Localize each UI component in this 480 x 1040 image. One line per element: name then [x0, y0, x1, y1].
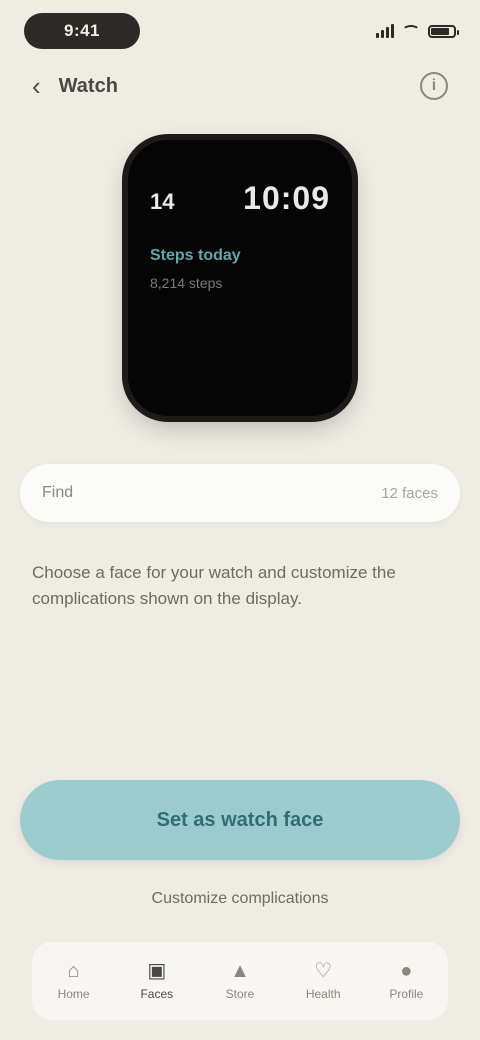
heart-icon: ♡	[314, 960, 333, 982]
status-icons	[376, 24, 459, 38]
home-icon: ⌂	[67, 960, 80, 982]
nav-label: Profile	[389, 987, 424, 1001]
page-title: Watch	[58, 74, 118, 97]
app-screen: 9:41 ‹ Watch i 14 10:09 Steps today 8,21…	[0, 0, 480, 1040]
nav-label: Health	[305, 987, 341, 1001]
nav-item-home[interactable]: ⌂ Home	[42, 961, 106, 1001]
nav-label: Store	[225, 987, 255, 1001]
watch-top-row: 14 10:09	[150, 180, 330, 217]
info-button[interactable]: i	[420, 72, 448, 100]
watch-complication-value: 8,214 steps	[150, 275, 223, 291]
watch-date: 14	[150, 189, 175, 214]
user-icon: ●	[400, 960, 413, 982]
customize-link[interactable]: Customize complications	[0, 890, 480, 908]
nav-item-faces[interactable]: ▣ Faces	[125, 961, 189, 1001]
search-input[interactable]	[87, 484, 382, 502]
watch-face-preview[interactable]: 14 10:09 Steps today 8,214 steps	[128, 140, 352, 416]
chevron-left-icon: ‹	[32, 71, 41, 101]
header: ‹ Watch i	[32, 64, 448, 108]
bottom-nav: ⌂ Home ▣ Faces ▲ Store ♡ Health ● Profil…	[32, 942, 448, 1020]
watch-icon: ▣	[147, 960, 167, 982]
nav-item-health[interactable]: ♡ Health	[291, 961, 355, 1001]
nav-label: Home	[57, 987, 90, 1001]
description-text: Choose a face for your watch and customi…	[32, 563, 396, 608]
wifi-icon	[402, 25, 420, 37]
battery-icon	[428, 24, 459, 38]
status-time: 9:41	[24, 13, 140, 49]
result-count: 12 faces	[381, 484, 438, 502]
nav-label: Faces	[140, 987, 174, 1001]
nav-item-store[interactable]: ▲ Store	[208, 961, 272, 1001]
back-button[interactable]: ‹ Watch	[32, 73, 118, 99]
search-label: Find	[42, 484, 74, 501]
search-bar[interactable]: Find 12 faces	[20, 464, 460, 522]
set-watch-face-button[interactable]: Set as watch face	[20, 780, 460, 860]
battery-level	[431, 27, 449, 35]
watch-complication-title: Steps today	[150, 247, 241, 264]
nav-item-profile[interactable]: ● Profile	[374, 961, 438, 1001]
set-watch-face-button-label: Set as watch face	[156, 808, 324, 831]
status-bar: 9:41	[24, 12, 459, 50]
store-icon: ▲	[230, 960, 250, 982]
watch-time: 10:09	[243, 180, 330, 216]
signal-icon	[376, 24, 394, 38]
